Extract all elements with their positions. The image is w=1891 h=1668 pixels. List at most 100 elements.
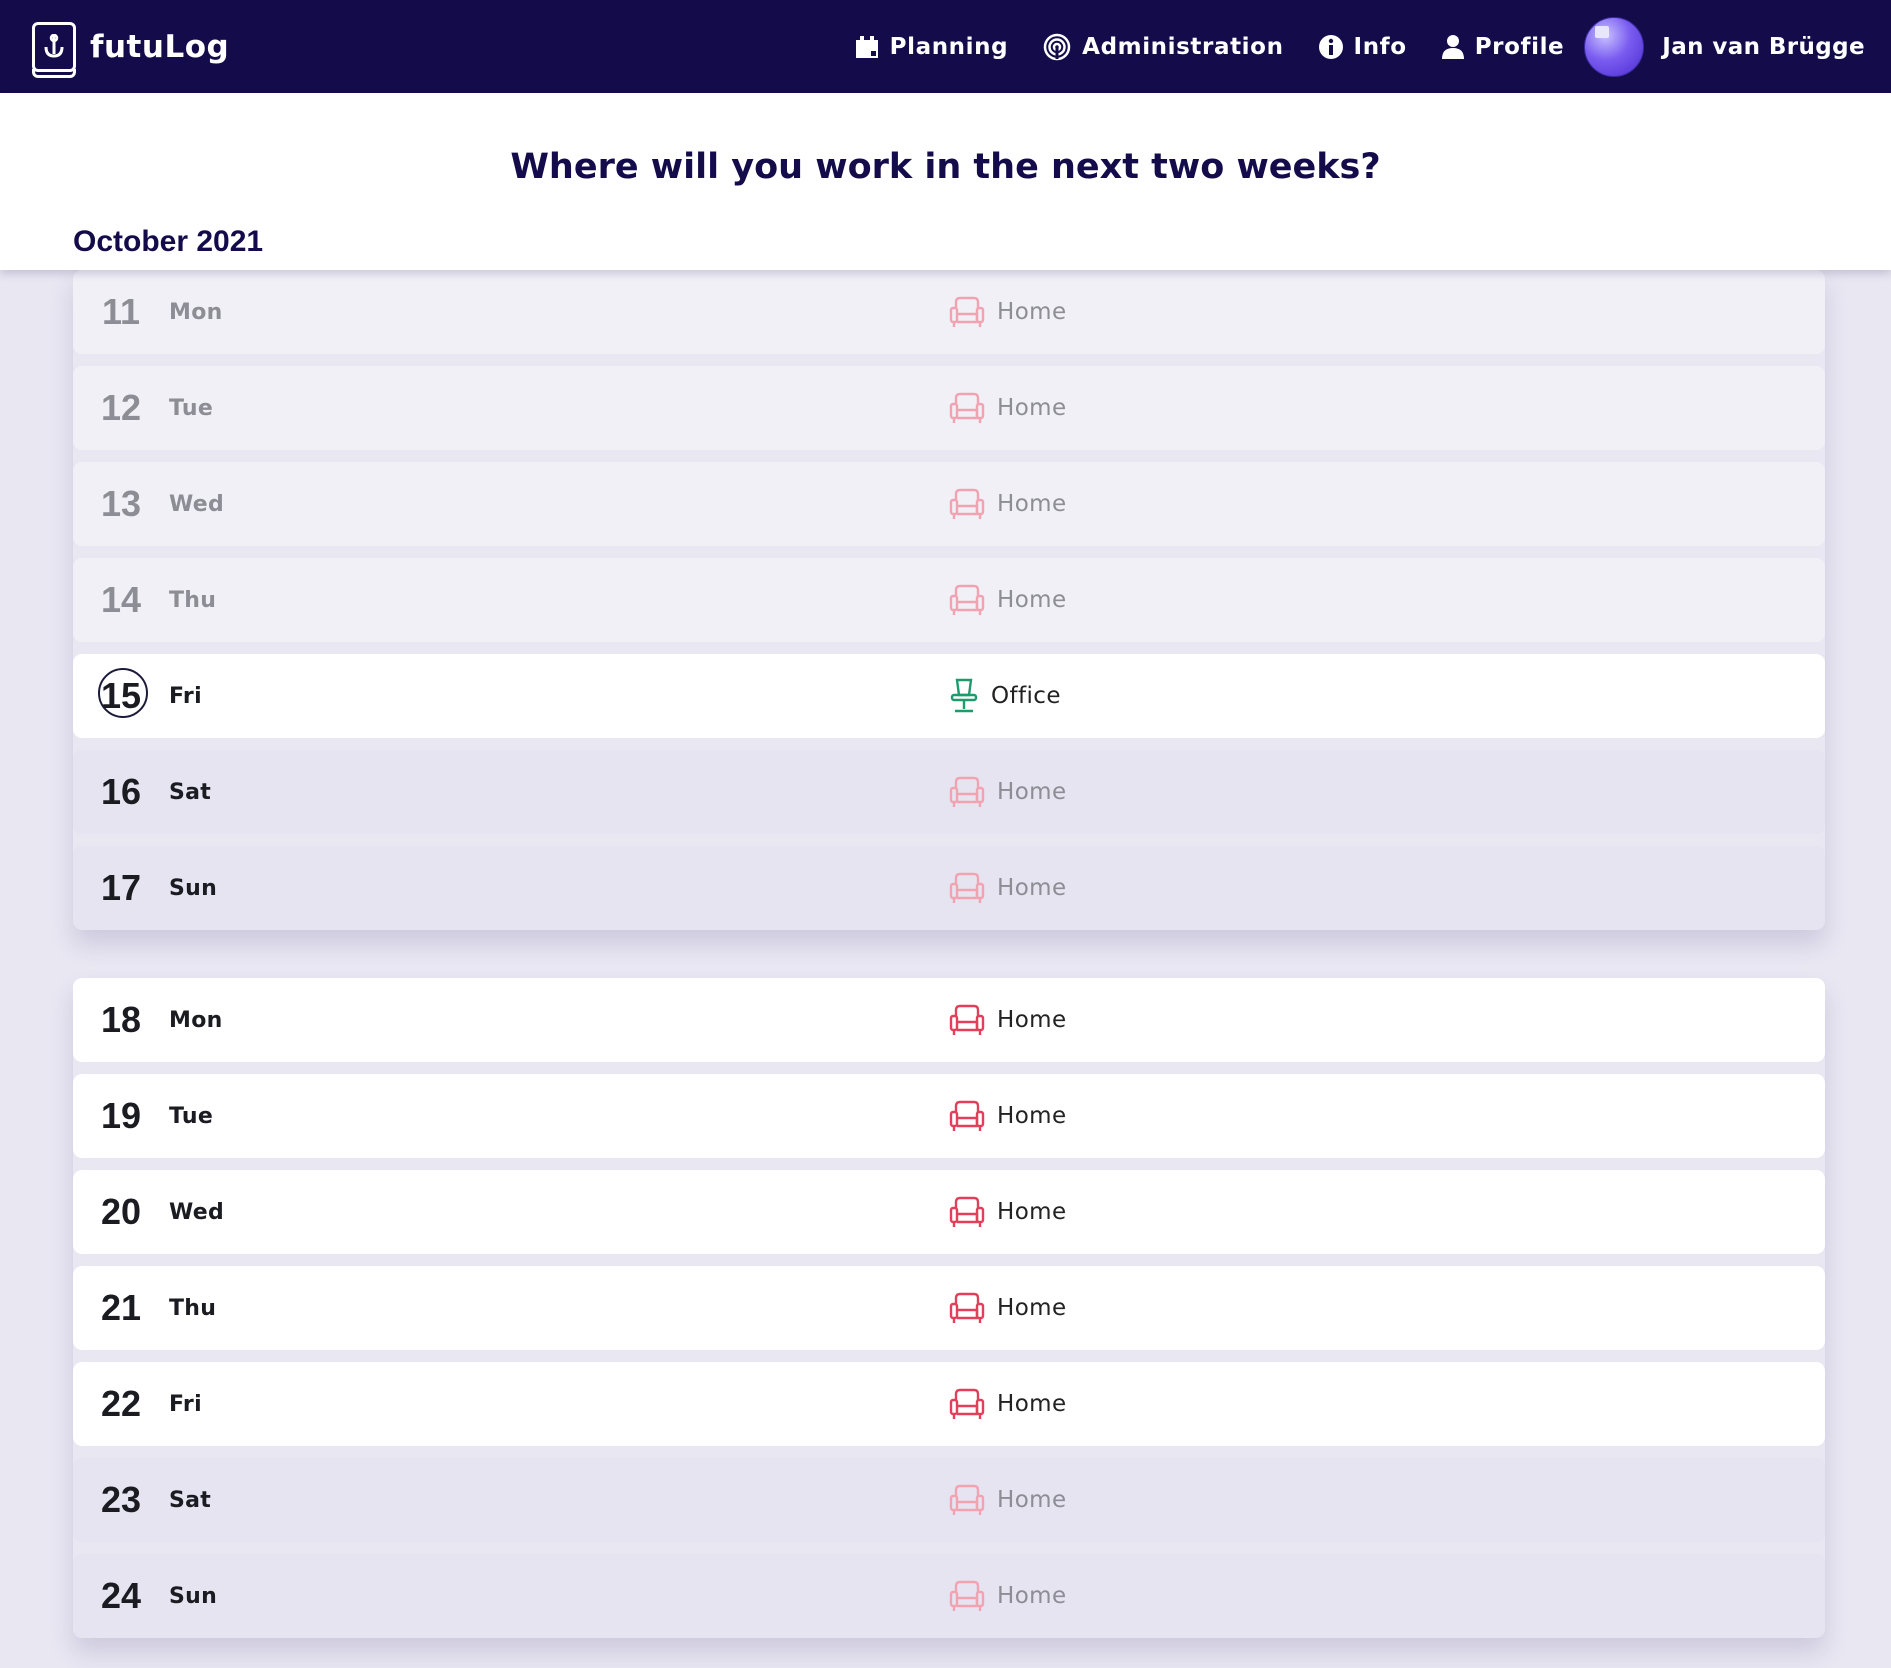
armchair-icon <box>949 582 985 618</box>
work-location[interactable]: Home <box>949 1266 1067 1350</box>
calendar-icon <box>855 35 878 58</box>
office-chair-icon <box>949 677 979 715</box>
info-icon <box>1318 34 1343 59</box>
day-number: 18 <box>100 999 142 1040</box>
work-location-label: Home <box>997 1487 1067 1513</box>
work-location-label: Home <box>997 395 1067 421</box>
work-location-label: Home <box>997 1583 1067 1609</box>
day-number: 13 <box>100 483 142 524</box>
work-location[interactable]: Home <box>949 270 1067 354</box>
work-location[interactable]: Home <box>949 1170 1067 1254</box>
planning-header: Where will you work in the next two week… <box>0 93 1891 270</box>
day-number-today: 15 <box>73 668 169 718</box>
armchair-icon <box>949 1002 985 1038</box>
day-number: 19 <box>100 1095 142 1136</box>
day-name: Thu <box>169 1295 217 1321</box>
day-number: 24 <box>100 1575 142 1616</box>
avatar[interactable] <box>1584 16 1645 77</box>
work-location[interactable]: Home <box>949 978 1067 1062</box>
day-name: Tue <box>169 1103 214 1129</box>
work-location-label: Home <box>997 1199 1067 1225</box>
day-row[interactable]: 23 Sat Home <box>73 1458 1825 1542</box>
username[interactable]: Jan van Brügge <box>1662 34 1865 60</box>
top-navbar: futuLog Planning Administration Info Pro… <box>0 0 1891 93</box>
day-number: 11 <box>101 291 141 332</box>
day-row[interactable]: 11 Mon Home <box>73 270 1825 354</box>
armchair-icon <box>949 1482 985 1518</box>
nav-info[interactable]: Info <box>1318 34 1407 60</box>
work-location-label: Home <box>997 779 1067 805</box>
armchair-icon <box>949 390 985 426</box>
day-name: Wed <box>169 1199 225 1225</box>
day-number: 22 <box>100 1383 142 1424</box>
work-location[interactable]: Home <box>949 366 1067 450</box>
day-row[interactable]: 18 Mon Home <box>73 978 1825 1062</box>
work-location-label: Home <box>997 1007 1067 1033</box>
day-row[interactable]: 24 Sun Home <box>73 1554 1825 1638</box>
day-number: 23 <box>100 1479 142 1520</box>
day-number: 12 <box>100 387 142 428</box>
day-name: Sat <box>169 779 212 805</box>
work-location-label: Home <box>997 1103 1067 1129</box>
day-number: 20 <box>100 1191 142 1232</box>
nav-profile-label: Profile <box>1474 33 1565 60</box>
day-number: 16 <box>100 771 142 812</box>
day-name: Sat <box>169 1487 212 1513</box>
work-location-label: Home <box>997 1295 1067 1321</box>
day-row[interactable]: 12 Tue Home <box>73 366 1825 450</box>
work-location-label: Home <box>997 1391 1067 1417</box>
work-location[interactable]: Home <box>949 1074 1067 1158</box>
armchair-icon <box>949 1386 985 1422</box>
day-row[interactable]: 19 Tue Home <box>73 1074 1825 1158</box>
day-row[interactable]: 21 Thu Home <box>73 1266 1825 1350</box>
armchair-icon <box>949 1578 985 1614</box>
day-row[interactable]: 20 Wed Home <box>73 1170 1825 1254</box>
armchair-icon <box>949 294 985 330</box>
day-row[interactable]: 16 Sat Home <box>73 750 1825 834</box>
day-name: Thu <box>169 587 217 613</box>
day-name: Mon <box>169 299 223 325</box>
month-label: October 2021 <box>73 225 264 258</box>
brand[interactable]: futuLog <box>32 21 230 78</box>
nav-planning-label: Planning <box>889 33 1009 60</box>
work-location[interactable]: Home <box>949 1362 1067 1446</box>
nav-planning[interactable]: Planning <box>854 34 1009 60</box>
user-icon <box>1441 34 1464 59</box>
day-row[interactable]: 13 Wed Home <box>73 462 1825 546</box>
logo-icon <box>32 21 76 78</box>
day-row[interactable]: 17 Sun Home <box>73 846 1825 930</box>
app-name: futuLog <box>90 28 230 65</box>
armchair-icon <box>949 1098 985 1134</box>
day-name: Tue <box>169 395 214 421</box>
work-location-label: Home <box>997 299 1067 325</box>
day-name: Sun <box>169 1583 218 1609</box>
work-location[interactable]: Home <box>949 1458 1067 1542</box>
day-row[interactable]: 22 Fri Home <box>73 1362 1825 1446</box>
day-number: 21 <box>100 1287 142 1328</box>
day-name: Sun <box>169 875 218 901</box>
page-title: Where will you work in the next two week… <box>510 147 1381 187</box>
work-location[interactable]: Home <box>949 1554 1067 1638</box>
nav-profile[interactable]: Profile <box>1441 34 1565 60</box>
work-location[interactable]: Home <box>949 750 1067 834</box>
main-nav: Planning Administration Info Profile Jan… <box>820 16 1865 77</box>
day-row[interactable]: 14 Thu Home <box>73 558 1825 642</box>
nav-info-label: Info <box>1353 33 1407 60</box>
armchair-icon <box>949 1194 985 1230</box>
day-name: Wed <box>169 491 225 517</box>
day-number: 14 <box>100 579 142 620</box>
work-location[interactable]: Home <box>949 846 1067 930</box>
armchair-icon <box>949 774 985 810</box>
work-location[interactable]: Home <box>949 462 1067 546</box>
day-name: Fri <box>169 1391 202 1417</box>
nav-administration-label: Administration <box>1082 33 1284 60</box>
fingerprint-icon <box>1043 33 1071 60</box>
work-location-label: Office <box>991 683 1061 709</box>
day-name: Fri <box>169 683 202 709</box>
nav-administration[interactable]: Administration <box>1042 32 1283 62</box>
work-location[interactable]: Home <box>949 558 1067 642</box>
work-location-label: Home <box>997 491 1067 517</box>
day-name: Mon <box>169 1007 223 1033</box>
work-location[interactable]: Office <box>949 654 1061 738</box>
day-row[interactable]: 15 Fri Office <box>73 654 1825 738</box>
